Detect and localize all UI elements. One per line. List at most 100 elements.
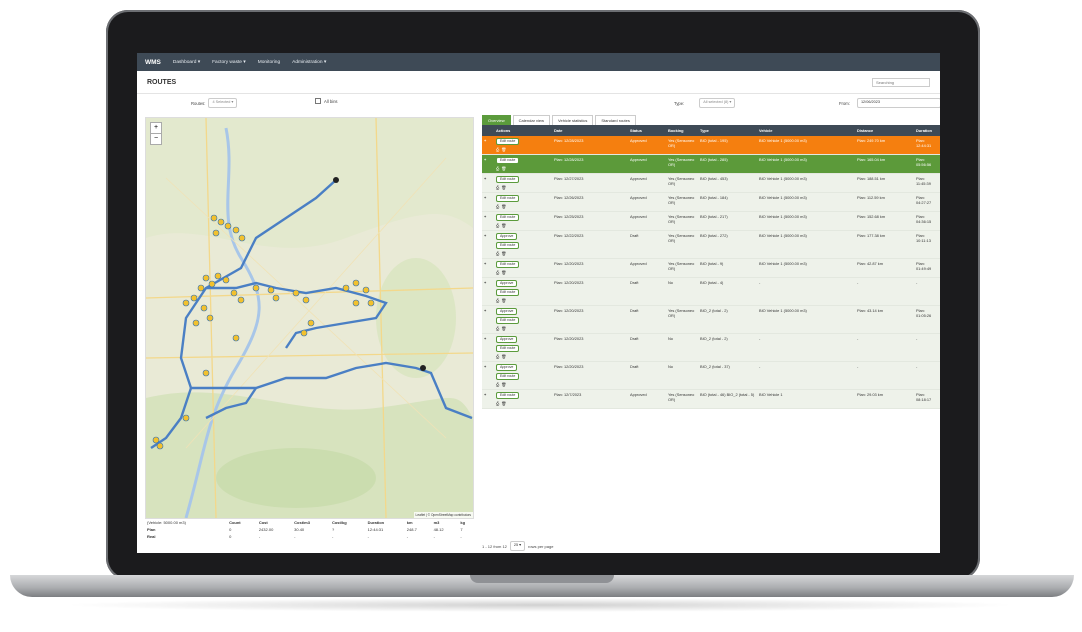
edit-route-button[interactable]: Edit route (496, 195, 520, 202)
trash-icon[interactable]: 🗑 (501, 204, 506, 209)
table-row[interactable]: + Edit route ⎙ 🗑 Plan: 12/20/2023 Approved Yes… (482, 258, 940, 278)
all-bins-checkbox[interactable] (315, 98, 321, 104)
nav-item-dashboard[interactable]: Dashboard ▾ (173, 60, 200, 65)
approve-button[interactable]: Approve (496, 308, 518, 315)
trash-icon[interactable]: 🗑 (501, 382, 506, 387)
zoom-in-button[interactable]: + (151, 123, 161, 133)
nav-item-factory-waste[interactable]: Factory waste ▾ (212, 60, 246, 65)
expand-toggle[interactable]: + (482, 258, 494, 278)
edit-route-button[interactable]: Edit route (496, 157, 520, 164)
print-icon[interactable]: ⎙ (496, 401, 499, 406)
expand-toggle[interactable]: + (482, 230, 494, 259)
map-canvas[interactable] (146, 118, 473, 518)
trash-icon[interactable]: 🗑 (501, 354, 506, 359)
print-icon[interactable]: ⎙ (496, 166, 499, 171)
edit-route-button[interactable]: Edit route (496, 214, 520, 221)
from-date-input[interactable]: 12/06/2023 (856, 98, 940, 108)
approve-button[interactable]: Approve (496, 233, 518, 240)
table-row[interactable]: + Edit route ⎙ 🗑 Plan: 12/28/2023 Approved Yes… (482, 154, 940, 174)
col-status[interactable]: Status (628, 125, 666, 136)
trash-icon[interactable]: 🗑 (501, 298, 506, 303)
col-date[interactable]: Date (552, 125, 628, 136)
route-duration: Plan: 10:11:13 (914, 230, 940, 259)
expand-toggle[interactable]: + (482, 192, 494, 212)
print-icon[interactable]: ⎙ (496, 298, 499, 303)
expand-toggle[interactable]: + (482, 361, 494, 390)
print-icon[interactable]: ⎙ (496, 251, 499, 256)
print-icon[interactable]: ⎙ (496, 204, 499, 209)
route-status: Draft (628, 305, 666, 334)
approve-button[interactable]: Approve (496, 364, 518, 371)
search-input[interactable]: Searching (872, 77, 930, 87)
type-select[interactable]: All selected (8) ▾ (699, 98, 736, 108)
print-icon[interactable]: ⎙ (496, 270, 499, 275)
approve-button[interactable]: Approve (496, 280, 518, 287)
approve-button[interactable]: Approve (496, 336, 518, 343)
map-attribution[interactable]: Leaflet | © OpenStreetMap contributors (413, 512, 473, 518)
trash-icon[interactable]: 🗑 (501, 251, 506, 256)
row-actions: Edit route ⎙ 🗑 (494, 258, 552, 278)
print-icon[interactable]: ⎙ (496, 326, 499, 331)
routes-select[interactable]: 4 Selected ▾ (208, 98, 238, 108)
edit-route-button[interactable]: Edit route (496, 317, 520, 324)
trash-icon[interactable]: 🗑 (501, 147, 506, 152)
col-duration[interactable]: Duration (914, 125, 940, 136)
col-vehicle[interactable]: Vehicle (757, 125, 855, 136)
trash-icon[interactable]: 🗑 (501, 223, 506, 228)
nav-item-monitoring[interactable]: Monitoring (258, 60, 280, 65)
print-icon[interactable]: ⎙ (496, 223, 499, 228)
table-row[interactable]: + Edit route ⎙ 🗑 Plan: 12/27/2023 Approved Yes… (482, 173, 940, 193)
table-row[interactable]: + Edit route ⎙ 🗑 Plan: 12/26/2023 Approved Yes… (482, 192, 940, 212)
route-duration: Plan: 08:18:17 (914, 389, 940, 409)
trash-icon[interactable]: 🗑 (501, 185, 506, 190)
table-row[interactable]: + Edit route ⎙ 🗑 Plan: 12/28/2023 Approved Yes… (482, 136, 940, 155)
table-row[interactable]: + Edit route ⎙ 🗑 Plan: 12/25/2023 Approved Yes… (482, 211, 940, 231)
route-distance: Plan: 165.04 km (855, 154, 914, 174)
table-row[interactable]: + Edit route ⎙ 🗑 Plan: 12/7/2023 Approved Yes … (482, 389, 940, 409)
brand-logo[interactable]: WMS (145, 59, 161, 66)
row-actions: Approve Edit route ⎙ 🗑 (494, 277, 552, 306)
table-row[interactable]: + Approve Edit route ⎙ 🗑 Plan: 12/20/2023 Draf… (482, 333, 940, 362)
table-row[interactable]: + Approve Edit route ⎙ 🗑 Plan: 12/20/2023 Draf… (482, 305, 940, 334)
route-date: Plan: 12/20/2023 (552, 361, 628, 390)
edit-route-button[interactable]: Edit route (496, 261, 520, 268)
edit-route-button[interactable]: Edit route (496, 242, 520, 249)
expand-toggle[interactable]: + (482, 154, 494, 174)
trash-icon[interactable]: 🗑 (501, 326, 506, 331)
edit-route-button[interactable]: Edit route (496, 289, 520, 296)
col-actions[interactable]: Actions (494, 125, 552, 136)
print-icon[interactable]: ⎙ (496, 354, 499, 359)
expand-toggle[interactable]: + (482, 211, 494, 231)
table-row[interactable]: + Approve Edit route ⎙ 🗑 Plan: 12/22/2023 Draf… (482, 230, 940, 259)
edit-route-button[interactable]: Edit route (496, 345, 520, 352)
col-booking[interactable]: Booking (666, 125, 698, 136)
edit-route-button[interactable]: Edit route (496, 392, 520, 399)
print-icon[interactable]: ⎙ (496, 147, 499, 152)
route-duration: Plan: 05:56:56 (914, 154, 940, 174)
route-status: Approved (628, 389, 666, 409)
print-icon[interactable]: ⎙ (496, 382, 499, 387)
routes-map[interactable]: + − Leaflet | © OpenStreetMap contributo… (145, 117, 474, 519)
edit-route-button[interactable]: Edit route (496, 373, 520, 380)
nav-item-administration[interactable]: Administration ▾ (292, 60, 326, 65)
edit-route-button[interactable]: Edit route (496, 176, 520, 183)
row-actions: Approve Edit route ⎙ 🗑 (494, 305, 552, 334)
trash-icon[interactable]: 🗑 (501, 270, 506, 275)
col-distance[interactable]: Distance (855, 125, 914, 136)
expand-toggle[interactable]: + (482, 173, 494, 193)
table-row[interactable]: + Approve Edit route ⎙ 🗑 Plan: 12/20/2023 Draf… (482, 277, 940, 306)
expand-toggle[interactable]: + (482, 305, 494, 334)
trash-icon[interactable]: 🗑 (501, 166, 506, 171)
expand-toggle[interactable]: + (482, 333, 494, 362)
zoom-out-button[interactable]: − (151, 133, 161, 144)
expand-toggle[interactable]: + (482, 389, 494, 409)
table-row[interactable]: + Approve Edit route ⎙ 🗑 Plan: 12/20/2023 Draf… (482, 361, 940, 390)
print-icon[interactable]: ⎙ (496, 185, 499, 190)
trash-icon[interactable]: 🗑 (501, 401, 506, 406)
rows-per-page-select[interactable]: 25 ▾ (509, 541, 526, 551)
col-type[interactable]: Type (698, 125, 757, 136)
edit-route-button[interactable]: Edit route (496, 138, 520, 145)
expand-toggle[interactable]: + (482, 136, 494, 155)
expand-toggle[interactable]: + (482, 277, 494, 306)
stat-row-label: Real (147, 534, 156, 539)
